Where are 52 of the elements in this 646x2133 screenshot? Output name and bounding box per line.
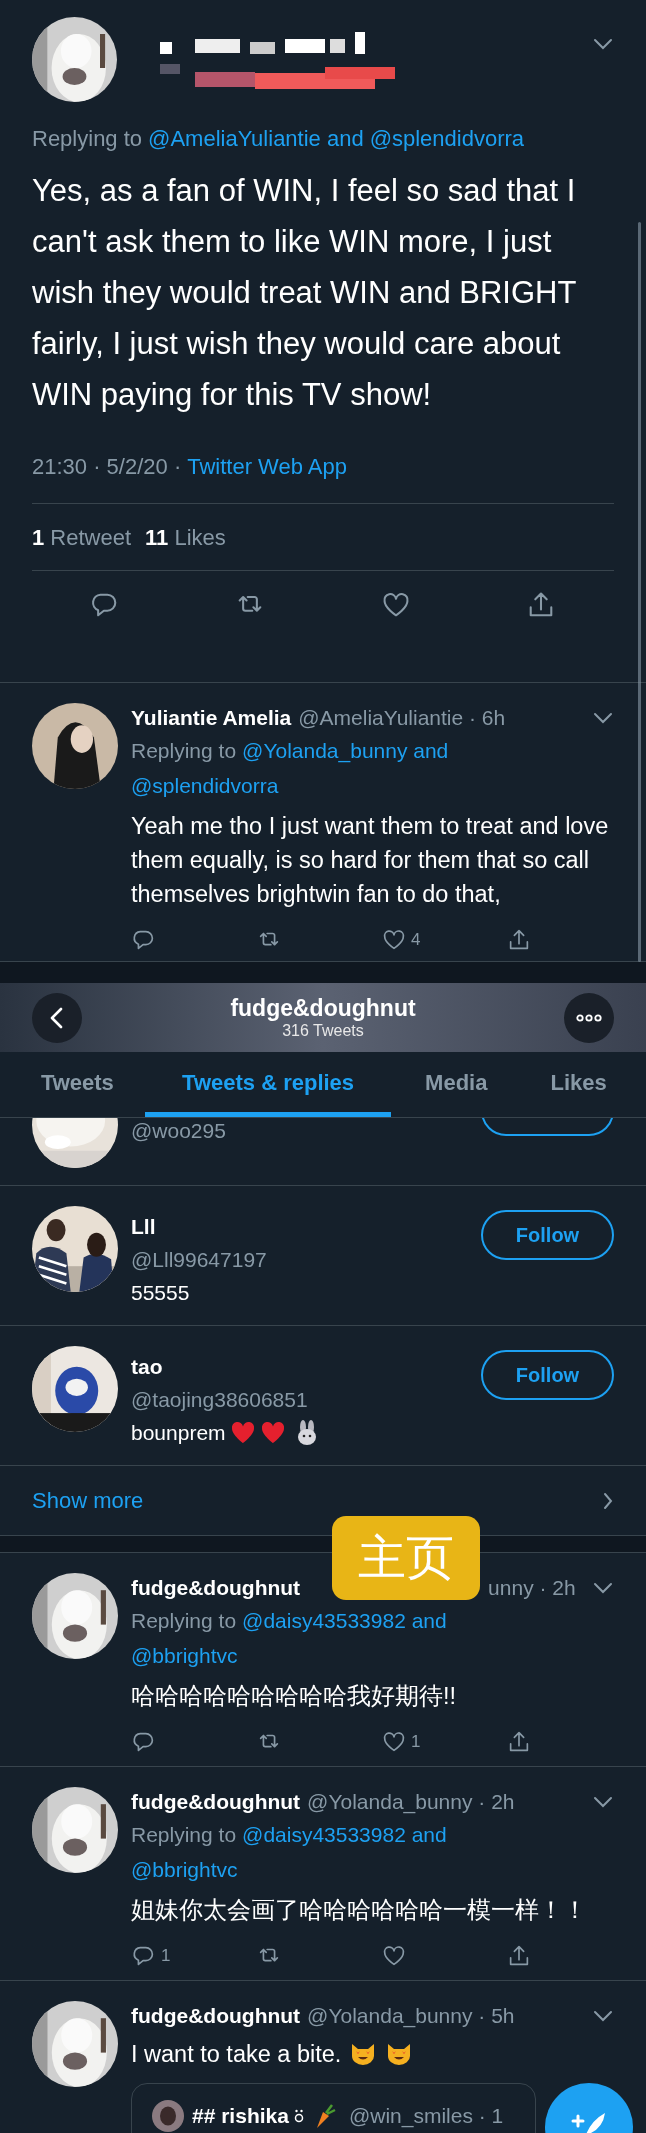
user-name: Lll <box>131 1214 157 1240</box>
mention-link[interactable]: @Yolanda_bunny and <box>242 733 449 768</box>
source-link[interactable]: Twitter Web App <box>187 453 347 481</box>
count-text: 4 <box>411 929 421 952</box>
mention-link[interactable]: @bbrightvc <box>131 1638 238 1673</box>
replying-label: Replying to <box>32 125 143 153</box>
home-badge: 主页 <box>332 1516 480 1600</box>
profile-tab[interactable]: Tweets <box>10 1052 145 1117</box>
mention-link[interactable]: @AmeliaYuliantie and <box>148 125 364 153</box>
replying-label: Replying to <box>131 738 237 764</box>
user-handle: @woo295 <box>131 1118 226 1144</box>
user-bio: 55555 <box>131 1280 190 1306</box>
author-handle: @win_smiles · 1 <box>348 2103 504 2130</box>
stat-link[interactable]: 11 Likes <box>145 520 226 554</box>
mention-link[interactable]: @daisy43533982 and <box>242 1603 447 1638</box>
count-text: 1 <box>161 1945 171 1968</box>
replying-label: Replying to <box>131 1822 237 1848</box>
author-name: Yuliantie Amelia <box>131 705 292 731</box>
tweet-text: Yes, as a fan of WIN, I feel so sad that I can't ask them to like WIN more, I just wish they would treat WIN and BRIGHT fairly, I just wish they would care about WIN paying for this TV show! <box>32 172 577 414</box>
author-handle: unny · 2h <box>488 1575 576 1601</box>
count-text: 1 <box>411 1731 421 1754</box>
profile-tab[interactable]: Likes <box>521 1052 636 1117</box>
follow-button[interactable]: Follow <box>481 1350 614 1400</box>
tweet-text: 哈哈哈哈哈哈哈哈哈我好期待!! <box>131 1683 457 1709</box>
stat-link[interactable]: 1 Retweet <box>32 520 132 554</box>
profile-name: fudge&doughnut <box>230 994 416 1021</box>
mention-link[interactable]: @splendidvorra <box>369 125 525 153</box>
show-more-link[interactable]: Show more <box>32 1484 144 1517</box>
tweet-text: 姐妹你太会画了哈哈哈哈哈哈一模一样！！ <box>131 1897 587 1923</box>
tweet-text: Yeah me tho I just want them to treat and love them equally, is so hard for them that so call themselves brightwin fan to do that, <box>131 813 609 907</box>
user-handle: @Lll99647197 <box>131 1247 268 1273</box>
mention-link[interactable]: @daisy43533982 and <box>242 1817 447 1852</box>
user-bio: bounprem <box>131 1420 226 1446</box>
tweet-text: I want to take a bite. <box>131 2041 342 2067</box>
tweet-count: 316 Tweets <box>282 1021 364 1041</box>
author-handle: @AmeliaYuliantie · 6h <box>298 705 506 731</box>
follow-button[interactable]: Follow <box>481 1210 614 1260</box>
user-handle: @taojing38606851 <box>131 1387 309 1413</box>
profile-tab[interactable]: Media <box>391 1052 522 1117</box>
user-name: tao <box>131 1354 164 1380</box>
quoted-tweet-card[interactable]: ## rishika @win_smiles · 1 <box>131 2083 536 2133</box>
replying-label: Replying to <box>131 1608 237 1634</box>
timestamp: 21:30 · 5/2/20 · <box>32 453 182 481</box>
mention-link[interactable]: @splendidvorra <box>131 768 279 803</box>
profile-tab[interactable]: Tweets & replies <box>144 1052 392 1117</box>
author-name: fudge&doughnut <box>131 2003 301 2029</box>
author-name: ## rishika <box>192 2103 289 2129</box>
mention-link[interactable]: @bbrightvc <box>131 1852 238 1887</box>
author-handle: @Yolanda_bunny · 5h <box>307 2003 515 2030</box>
author-name: fudge&doughnut <box>131 1789 301 1815</box>
author-name: fudge&doughnut <box>131 1575 301 1601</box>
author-handle: @Yolanda_bunny · 2h <box>307 1789 515 1816</box>
